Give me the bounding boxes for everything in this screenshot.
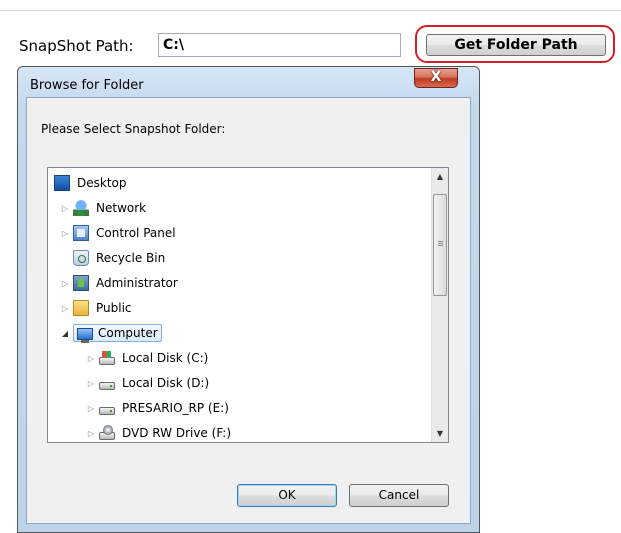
close-icon: X <box>430 69 442 85</box>
folder-icon <box>73 300 89 316</box>
tree-item-control-panel[interactable]: ▷ Control Panel <box>60 222 178 244</box>
recycle-bin-icon <box>73 250 89 266</box>
tree-item-label: Network <box>96 201 147 215</box>
drive-icon <box>99 407 115 415</box>
expand-arrow-icon[interactable]: ▷ <box>86 378 96 388</box>
scrollbar-thumb[interactable] <box>433 194 447 296</box>
network-icon <box>73 200 89 216</box>
tree-item-local-disk-d[interactable]: ▷ Local Disk (D:) <box>86 372 211 394</box>
tree-item-dvd-rw-drive[interactable]: ▷ DVD RW Drive (F:) <box>86 422 233 442</box>
cancel-button[interactable]: Cancel <box>349 484 449 507</box>
tree-item-recycle-bin[interactable]: Recycle Bin <box>73 247 167 269</box>
collapse-arrow-icon[interactable]: ◢ <box>60 328 70 338</box>
desktop-icon <box>54 175 70 191</box>
control-panel-icon <box>73 225 89 241</box>
tree-item-label: Local Disk (C:) <box>122 351 209 365</box>
expand-arrow-icon[interactable]: ▷ <box>60 278 70 288</box>
grip-icon <box>438 241 443 247</box>
scroll-down-arrow-icon[interactable]: ▼ <box>432 425 448 442</box>
expand-arrow-icon[interactable]: ▷ <box>60 228 70 238</box>
tree-item-presario-rp[interactable]: ▷ PRESARIO_RP (E:) <box>86 397 231 419</box>
tree-item-computer[interactable]: ◢ Computer <box>60 322 162 344</box>
dvd-drive-icon <box>99 425 115 440</box>
dialog-prompt: Please Select Snapshot Folder: <box>41 122 226 136</box>
tree-item-label: PRESARIO_RP (E:) <box>122 401 229 415</box>
expand-arrow-icon[interactable]: ▷ <box>60 203 70 213</box>
dialog-body: Please Select Snapshot Folder: Desktop ▷… <box>26 97 471 524</box>
tree-item-network[interactable]: ▷ Network <box>60 197 148 219</box>
tree-item-administrator[interactable]: ▷ Administrator <box>60 272 180 294</box>
folder-tree[interactable]: Desktop ▷ Network ▷ Control Panel Recycl… <box>47 167 449 443</box>
tree-item-public[interactable]: ▷ Public <box>60 297 134 319</box>
drive-icon <box>99 382 115 390</box>
tree-item-label: Desktop <box>77 176 127 190</box>
expand-arrow-icon[interactable]: ▷ <box>86 403 96 413</box>
computer-icon <box>77 327 93 343</box>
tree-item-label: Recycle Bin <box>96 251 166 265</box>
tree-item-label: DVD RW Drive (F:) <box>122 426 232 440</box>
tree-scrollbar[interactable]: ▲ ▼ <box>431 168 448 442</box>
dialog-titlebar[interactable]: Browse for Folder X <box>18 67 479 97</box>
close-button[interactable]: X <box>414 68 458 88</box>
tree-item-label: Public <box>96 301 132 315</box>
snapshot-path-input[interactable] <box>158 33 401 57</box>
tree-item-label: Local Disk (D:) <box>122 376 210 390</box>
expand-arrow-icon[interactable]: ▷ <box>60 303 70 313</box>
scroll-up-arrow-icon[interactable]: ▲ <box>432 168 448 185</box>
tree-item-label: Computer <box>98 326 158 340</box>
tree-item-desktop[interactable]: Desktop <box>54 172 129 194</box>
selection-highlight: Computer <box>73 324 162 343</box>
tree-item-label: Administrator <box>96 276 178 290</box>
windows-drive-icon <box>99 351 115 365</box>
tree-item-label: Control Panel <box>96 226 176 240</box>
highlight-ring: Get Folder Path <box>415 25 615 63</box>
browse-for-folder-dialog: Browse for Folder X Please Select Snapsh… <box>17 66 480 533</box>
expand-arrow-icon[interactable]: ▷ <box>86 428 96 438</box>
get-folder-path-button[interactable]: Get Folder Path <box>426 34 606 56</box>
ok-button[interactable]: OK <box>237 484 337 507</box>
snapshot-path-label: SnapShot Path: <box>19 37 134 55</box>
user-folder-icon <box>73 275 89 291</box>
tree-item-local-disk-c[interactable]: ▷ Local Disk (C:) <box>86 347 210 369</box>
dialog-title: Browse for Folder <box>30 78 144 93</box>
expand-arrow-icon[interactable]: ▷ <box>86 353 96 363</box>
top-divider <box>0 10 621 11</box>
